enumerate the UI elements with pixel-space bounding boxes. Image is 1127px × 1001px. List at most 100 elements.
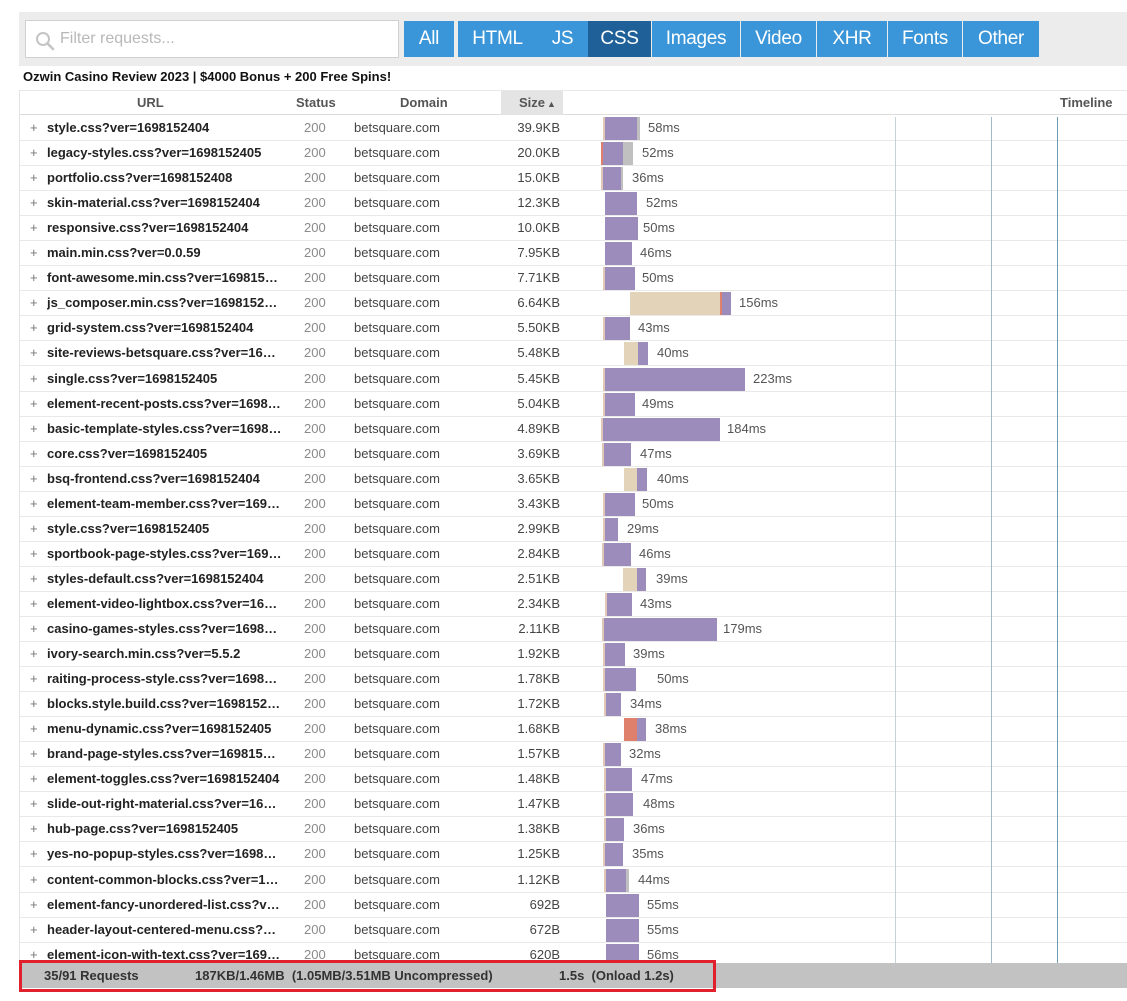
table-row[interactable]: + basic-template-styles.css?ver=169815240… <box>20 417 1127 442</box>
table-row[interactable]: + element-team-member.css?ver=1698152404 2… <box>20 492 1127 517</box>
table-row[interactable]: + ivory-search.min.css?ver=5.5.2 200 betsqu… <box>20 642 1127 668</box>
table-row[interactable]: + core.css?ver=1698152405 200 betsquare.com… <box>20 442 1127 467</box>
column-header-timeline[interactable]: Timeline <box>1060 91 1113 115</box>
filter-box[interactable] <box>25 20 399 58</box>
table-row[interactable]: + element-video-lightbox.css?ver=16981524… <box>20 592 1127 617</box>
expand-icon[interactable]: + <box>30 792 42 816</box>
column-header-status[interactable]: Status <box>296 91 336 115</box>
table-row[interactable]: + js_composer.min.css?ver=1698152405 200 be… <box>20 291 1127 317</box>
table-row[interactable]: + hub-page.css?ver=1698152405 200 betsquare… <box>20 817 1127 843</box>
request-domain: betsquare.com <box>354 570 440 586</box>
timeline-bar-receive <box>626 868 629 892</box>
table-row[interactable]: + font-awesome.min.css?ver=1698152404 200 b… <box>20 266 1127 292</box>
table-row[interactable]: + menu-dynamic.css?ver=1698152405 200 betsq… <box>20 717 1127 743</box>
table-row[interactable]: + raiting-process-style.css?ver=169815240… <box>20 667 1127 693</box>
expand-icon[interactable]: + <box>30 642 42 666</box>
expand-icon[interactable]: + <box>30 392 42 416</box>
expand-icon[interactable]: + <box>30 442 42 466</box>
table-row[interactable]: + header-layout-centered-menu.css?ver=169… <box>20 918 1127 943</box>
tab-all[interactable]: All <box>404 21 454 57</box>
column-header-size[interactable]: Size ▲ <box>501 91 563 115</box>
expand-icon[interactable]: + <box>30 417 42 441</box>
timeline-bar-connect <box>624 342 638 366</box>
expand-icon[interactable]: + <box>30 166 42 190</box>
expand-icon[interactable]: + <box>30 341 42 365</box>
table-row[interactable]: + single.css?ver=1698152405 200 betsquare.c… <box>20 367 1127 392</box>
expand-icon[interactable]: + <box>30 542 42 566</box>
request-duration: 43ms <box>638 320 670 336</box>
table-row[interactable]: + brand-page-styles.css?ver=1698152405 200… <box>20 742 1127 768</box>
table-row[interactable]: + style.css?ver=1698152404 200 betsquare.co… <box>20 116 1127 141</box>
expand-icon[interactable]: + <box>30 842 42 866</box>
expand-icon[interactable]: + <box>30 241 42 265</box>
expand-icon[interactable]: + <box>30 742 42 766</box>
table-row[interactable]: + skin-material.css?ver=1698152404 200 bets… <box>20 191 1127 217</box>
table-row[interactable]: + element-fancy-unordered-list.css?ver=16… <box>20 893 1127 918</box>
table-row[interactable]: + yes-no-popup-styles.css?ver=1698152405 2… <box>20 842 1127 868</box>
expand-icon[interactable]: + <box>30 592 42 616</box>
expand-icon[interactable]: + <box>30 567 42 591</box>
expand-icon[interactable]: + <box>30 141 42 165</box>
column-header-domain[interactable]: Domain <box>400 91 448 115</box>
table-row[interactable]: + bsq-frontend.css?ver=1698152404 200 betsq… <box>20 467 1127 492</box>
table-row[interactable]: + slide-out-right-material.css?ver=169815… <box>20 792 1127 818</box>
request-status: 200 <box>304 821 326 837</box>
expand-icon[interactable]: + <box>30 216 42 240</box>
tab-video[interactable]: Video <box>741 21 816 57</box>
expand-icon[interactable]: + <box>30 717 42 741</box>
expand-icon[interactable]: + <box>30 893 42 917</box>
expand-icon[interactable]: + <box>30 316 42 340</box>
expand-icon[interactable]: + <box>30 266 42 290</box>
request-size: 2.99KB <box>517 520 560 536</box>
expand-icon[interactable]: + <box>30 291 42 315</box>
request-url: basic-template-styles.css?ver=1698152405 <box>47 420 282 436</box>
table-row[interactable]: + content-common-blocks.css?ver=169815240… <box>20 868 1127 893</box>
expand-icon[interactable]: + <box>30 868 42 892</box>
request-duration: 50ms <box>642 270 674 286</box>
request-size: 5.50KB <box>517 320 560 336</box>
request-status: 200 <box>304 621 326 636</box>
timeline-bar-wait <box>604 542 631 566</box>
tab-fonts[interactable]: Fonts <box>888 21 962 57</box>
column-header-url[interactable]: URL <box>137 91 164 115</box>
table-row[interactable]: + casino-games-styles.css?ver=1698152405 2… <box>20 617 1127 642</box>
table-row[interactable]: + styles-default.css?ver=1698152404 200 bet… <box>20 567 1127 592</box>
table-row[interactable]: + responsive.css?ver=1698152404 200 betsqua… <box>20 216 1127 242</box>
request-size: 2.84KB <box>517 545 560 561</box>
table-row[interactable]: + element-toggles.css?ver=1698152404 200 be… <box>20 767 1127 793</box>
expand-icon[interactable]: + <box>30 467 42 491</box>
tab-js[interactable]: JS <box>537 21 588 57</box>
request-duration: 50ms <box>643 220 675 236</box>
table-row[interactable]: + site-reviews-betsquare.css?ver=16981524… <box>20 341 1127 367</box>
table-row[interactable]: + style.css?ver=1698152405 200 betsquare.co… <box>20 517 1127 542</box>
timeline-bar-wait <box>606 768 632 792</box>
expand-icon[interactable]: + <box>30 367 42 391</box>
table-row[interactable]: + portfolio.css?ver=1698152408 200 betsquar… <box>20 166 1127 192</box>
tab-css[interactable]: CSS <box>588 21 651 57</box>
table-row[interactable]: + grid-system.css?ver=1698152404 200 betsqu… <box>20 316 1127 342</box>
expand-icon[interactable]: + <box>30 191 42 215</box>
table-row[interactable]: + sportbook-page-styles.css?ver=169815240… <box>20 542 1127 567</box>
expand-icon[interactable]: + <box>30 918 42 942</box>
tab-html[interactable]: HTML <box>458 21 537 57</box>
request-size: 3.69KB <box>517 445 560 461</box>
expand-icon[interactable]: + <box>30 492 42 516</box>
expand-icon[interactable]: + <box>30 517 42 541</box>
expand-icon[interactable]: + <box>30 767 42 791</box>
table-row[interactable]: + element-recent-posts.css?ver=1698152404… <box>20 392 1127 417</box>
tab-xhr[interactable]: XHR <box>817 21 887 57</box>
table-row[interactable]: + legacy-styles.css?ver=1698152405 200 bets… <box>20 141 1127 167</box>
tab-other[interactable]: Other <box>963 21 1039 57</box>
summary-highlight-box <box>19 960 716 992</box>
timeline-bar-wait <box>605 392 635 416</box>
tab-images[interactable]: Images <box>652 21 740 57</box>
expand-icon[interactable]: + <box>30 692 42 716</box>
request-status: 200 <box>304 495 326 511</box>
expand-icon[interactable]: + <box>30 116 42 140</box>
table-row[interactable]: + main.min.css?ver=0.0.59 200 betsquare.com… <box>20 241 1127 267</box>
filter-input[interactable] <box>60 24 390 54</box>
expand-icon[interactable]: + <box>30 817 42 841</box>
expand-icon[interactable]: + <box>30 667 42 691</box>
expand-icon[interactable]: + <box>30 617 42 641</box>
table-row[interactable]: + blocks.style.build.css?ver=1698152404 20… <box>20 692 1127 718</box>
